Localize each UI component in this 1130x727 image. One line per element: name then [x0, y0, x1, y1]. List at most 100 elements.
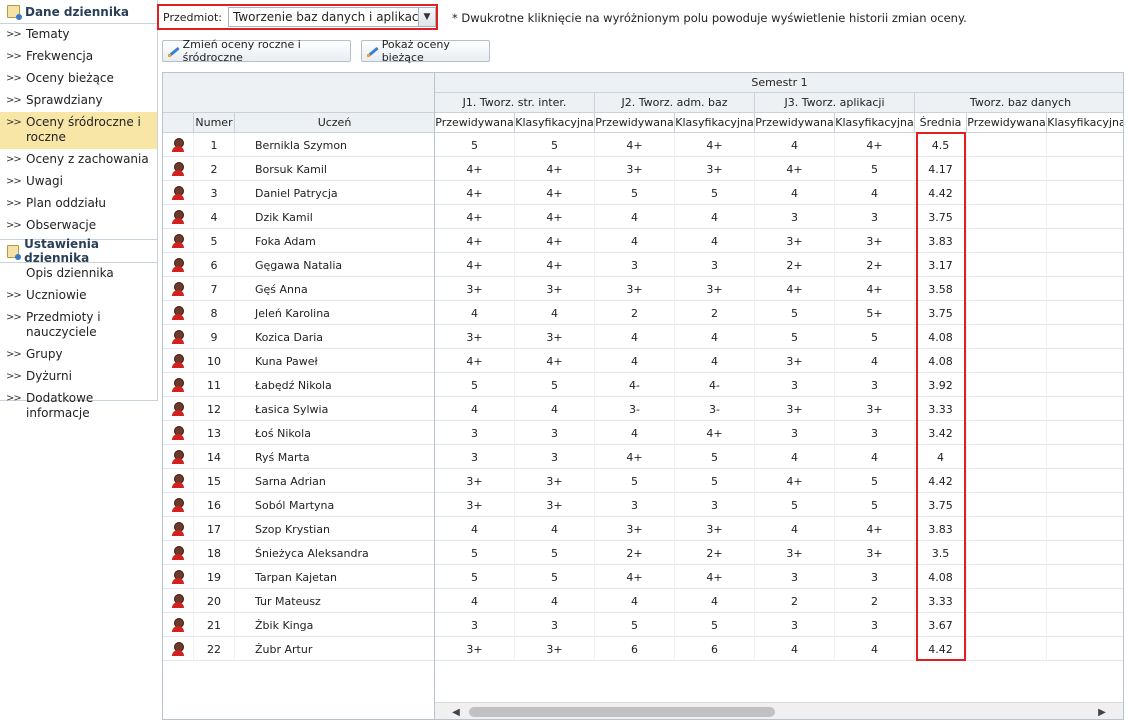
grade-cell[interactable]: 4	[675, 589, 755, 613]
grade-cell[interactable]: 3+	[595, 157, 675, 181]
grade-cell[interactable]: 5	[675, 613, 755, 637]
grade-cell[interactable]: 4	[515, 589, 595, 613]
chevron-down-icon[interactable]: ▼	[418, 8, 435, 26]
grade-cell[interactable]: 4	[515, 301, 595, 325]
predicted-grade-cell[interactable]	[967, 445, 1047, 469]
table-row[interactable]: 6 Gęgawa Natalia 4+ 4+ 3 3 2+ 2+ 3.17	[163, 253, 1123, 277]
predicted-grade-cell[interactable]	[967, 325, 1047, 349]
average-cell[interactable]: 3.75	[915, 205, 967, 229]
classified-grade-cell[interactable]	[1047, 613, 1123, 637]
average-cell[interactable]: 4.42	[915, 637, 967, 661]
grade-cell[interactable]: 3	[755, 373, 835, 397]
table-row[interactable]: 4 Dzik Kamil 4+ 4+ 4 4 3 3 3.75	[163, 205, 1123, 229]
predicted-grade-cell[interactable]	[967, 565, 1047, 589]
classified-grade-cell[interactable]	[1047, 349, 1123, 373]
grade-cell[interactable]: 4+	[595, 445, 675, 469]
grade-cell[interactable]: 4	[755, 133, 835, 157]
average-cell[interactable]: 3.5	[915, 541, 967, 565]
grade-cell[interactable]: 4+	[435, 253, 515, 277]
sidebar-item[interactable]: >> Grupy	[0, 344, 157, 366]
average-cell[interactable]: 3.17	[915, 253, 967, 277]
sidebar-item[interactable]: >> Uczniowie	[0, 285, 157, 307]
predicted-grade-cell[interactable]	[967, 301, 1047, 325]
grade-cell[interactable]: 4	[675, 349, 755, 373]
grade-cell[interactable]: 2+	[755, 253, 835, 277]
table-row[interactable]: 5 Foka Adam 4+ 4+ 4 4 3+ 3+ 3.83	[163, 229, 1123, 253]
grade-cell[interactable]: 4	[515, 517, 595, 541]
average-cell[interactable]: 3.75	[915, 493, 967, 517]
change-grades-button[interactable]: Zmień oceny roczne i śródroczne	[162, 38, 351, 64]
grade-cell[interactable]: 3	[515, 445, 595, 469]
grade-cell[interactable]: 3+	[755, 397, 835, 421]
predicted-grade-cell[interactable]	[967, 157, 1047, 181]
sidebar-item[interactable]: >> Dodatkowe informacje	[0, 388, 157, 425]
grade-cell[interactable]: 3+	[835, 397, 915, 421]
predicted-grade-cell[interactable]	[967, 133, 1047, 157]
grade-cell[interactable]: 4	[595, 349, 675, 373]
grade-cell[interactable]: 2	[835, 589, 915, 613]
grade-cell[interactable]: 3+	[755, 229, 835, 253]
grade-cell[interactable]: 4	[835, 445, 915, 469]
grade-cell[interactable]: 3	[835, 421, 915, 445]
average-cell[interactable]: 3.67	[915, 613, 967, 637]
table-row[interactable]: 14 Ryś Marta 3 3 4+ 5 4 4 4	[163, 445, 1123, 469]
grade-cell[interactable]: 4+	[755, 157, 835, 181]
grade-cell[interactable]: 3-	[595, 397, 675, 421]
grade-cell[interactable]: 3+	[595, 517, 675, 541]
table-row[interactable]: 16 Soból Martyna 3+ 3+ 3 3 5 5 3.75	[163, 493, 1123, 517]
grade-cell[interactable]: 3+	[675, 517, 755, 541]
table-row[interactable]: 3 Daniel Patrycja 4+ 4+ 5 5 4 4 4.42	[163, 181, 1123, 205]
predicted-grade-cell[interactable]	[967, 421, 1047, 445]
subject-dropdown[interactable]: Tworzenie baz danych i aplikacji inte ▼	[228, 7, 436, 27]
grade-cell[interactable]: 4	[755, 445, 835, 469]
grade-cell[interactable]: 3+	[755, 349, 835, 373]
grade-cell[interactable]: 3+	[675, 277, 755, 301]
grade-cell[interactable]: 6	[595, 637, 675, 661]
grade-cell[interactable]: 5	[675, 445, 755, 469]
grade-cell[interactable]: 3	[515, 613, 595, 637]
grade-cell[interactable]: 3	[835, 205, 915, 229]
sidebar-item[interactable]: >> Przedmioty i nauczyciele	[0, 307, 157, 344]
classified-grade-cell[interactable]	[1047, 253, 1123, 277]
grade-cell[interactable]: 4	[595, 229, 675, 253]
table-row[interactable]: 1 Bernikla Szymon 5 5 4+ 4+ 4 4+ 4.5	[163, 133, 1123, 157]
grade-cell[interactable]: 4	[755, 517, 835, 541]
classified-grade-cell[interactable]	[1047, 397, 1123, 421]
grade-cell[interactable]: 3	[835, 373, 915, 397]
grade-cell[interactable]: 4+	[515, 229, 595, 253]
sidebar-item[interactable]: >> Oceny bieżące	[0, 68, 157, 90]
grade-cell[interactable]: 5	[435, 565, 515, 589]
grade-cell[interactable]: 6	[675, 637, 755, 661]
grade-cell[interactable]: 4	[595, 325, 675, 349]
sidebar-item[interactable]: >> Oceny z zachowania	[0, 149, 157, 171]
grade-cell[interactable]: 3+	[515, 637, 595, 661]
grade-cell[interactable]: 3+	[435, 637, 515, 661]
grade-cell[interactable]: 5	[435, 541, 515, 565]
average-cell[interactable]: 3.58	[915, 277, 967, 301]
scroll-left-icon[interactable]: ◀	[449, 705, 463, 719]
grade-cell[interactable]: 5	[595, 181, 675, 205]
average-cell[interactable]: 4.08	[915, 325, 967, 349]
grade-cell[interactable]: 3	[755, 421, 835, 445]
sidebar-item[interactable]: Opis dziennika	[0, 263, 157, 285]
predicted-grade-cell[interactable]	[967, 493, 1047, 517]
grade-cell[interactable]: 4+	[435, 157, 515, 181]
predicted-grade-cell[interactable]	[967, 637, 1047, 661]
grade-cell[interactable]: 3+	[515, 493, 595, 517]
average-cell[interactable]: 4.17	[915, 157, 967, 181]
classified-grade-cell[interactable]	[1047, 589, 1123, 613]
table-row[interactable]: 2 Borsuk Kamil 4+ 4+ 3+ 3+ 4+ 5 4.17	[163, 157, 1123, 181]
grade-cell[interactable]: 5	[435, 373, 515, 397]
grade-cell[interactable]: 3+	[835, 229, 915, 253]
grade-cell[interactable]: 3	[675, 253, 755, 277]
grade-cell[interactable]: 4+	[515, 253, 595, 277]
table-row[interactable]: 19 Tarpan Kajetan 5 5 4+ 4+ 3 3 4.08	[163, 565, 1123, 589]
grade-cell[interactable]: 4+	[675, 421, 755, 445]
average-cell[interactable]: 3.33	[915, 589, 967, 613]
grade-cell[interactable]: 3+	[515, 469, 595, 493]
table-row[interactable]: 12 Łasica Sylwia 4 4 3- 3- 3+ 3+ 3.33	[163, 397, 1123, 421]
grade-cell[interactable]: 3	[435, 613, 515, 637]
grade-cell[interactable]: 4+	[595, 133, 675, 157]
predicted-grade-cell[interactable]	[967, 541, 1047, 565]
sidebar-item[interactable]: >> Oceny śródroczne i roczne	[0, 112, 157, 149]
